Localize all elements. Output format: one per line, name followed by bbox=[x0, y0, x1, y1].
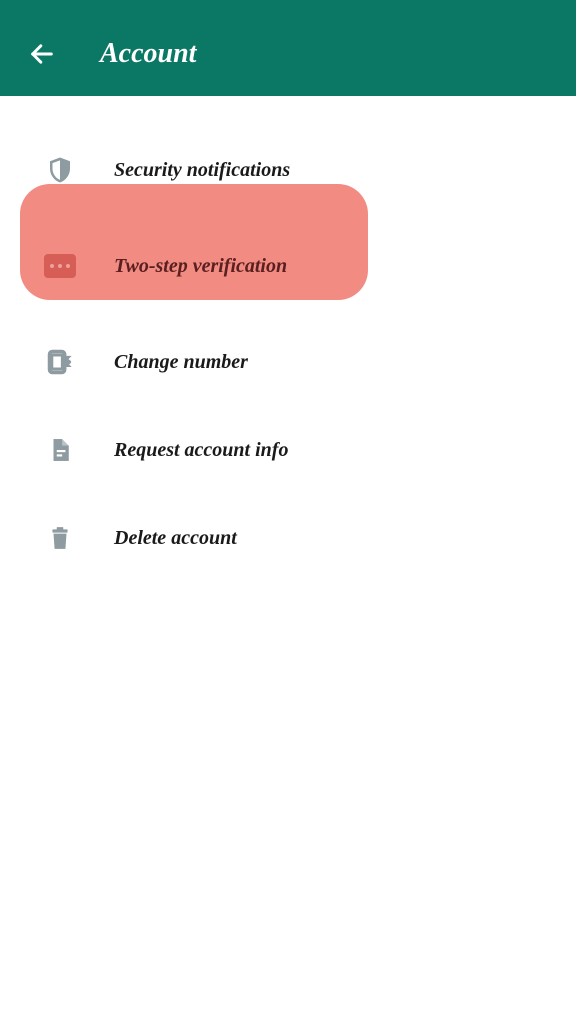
menu-label: Security notifications bbox=[114, 159, 290, 182]
menu-label: Two-step verification bbox=[114, 255, 287, 278]
menu-item-change-number[interactable]: Change number bbox=[0, 318, 576, 406]
phone-swap-icon bbox=[44, 346, 76, 378]
menu-item-two-step-verification[interactable]: Two-step verification bbox=[0, 214, 576, 318]
menu-label: Request account info bbox=[114, 439, 288, 462]
menu-item-security-notifications[interactable]: Security notifications bbox=[0, 126, 576, 214]
menu-item-request-account-info[interactable]: Request account info bbox=[0, 406, 576, 494]
trash-icon bbox=[44, 522, 76, 554]
app-header: Account bbox=[0, 0, 576, 96]
back-button[interactable] bbox=[22, 34, 62, 74]
shield-icon bbox=[44, 154, 76, 186]
menu-label: Delete account bbox=[114, 527, 237, 550]
menu-label: Change number bbox=[114, 351, 248, 374]
page-title: Account bbox=[100, 38, 196, 70]
menu-list: Security notifications Two-step verifica… bbox=[0, 96, 576, 582]
document-icon bbox=[44, 434, 76, 466]
password-dots-icon bbox=[44, 250, 76, 282]
back-arrow-icon bbox=[28, 40, 56, 68]
menu-item-delete-account[interactable]: Delete account bbox=[0, 494, 576, 582]
